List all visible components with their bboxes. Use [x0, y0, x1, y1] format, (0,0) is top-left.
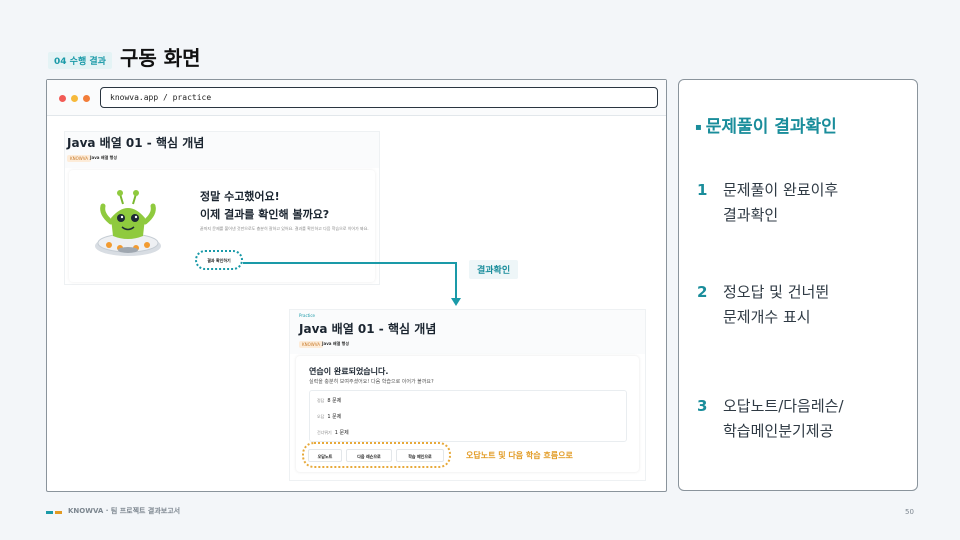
results-flow-label: 결과확인 — [469, 260, 519, 279]
page-number: 50 — [905, 508, 914, 516]
screen-header: Practice Java 배열 01 - 핵심 개념 KNOWVA Java … — [290, 310, 645, 354]
item-line: 오답노트/다음레슨/ — [723, 397, 844, 415]
completion-heading-line2: 이제 결과를 확인해 볼까요? — [200, 208, 330, 221]
bullet-icon: ▪ — [695, 121, 702, 133]
item-line: 결과확인 — [723, 206, 779, 224]
maximize-window-dot[interactable] — [83, 95, 90, 102]
item-line: 문제풀이 완료이후 — [723, 181, 839, 199]
stat-label: 오답 — [317, 414, 325, 419]
item-text: 문제풀이 완료이후 결과확인 — [723, 178, 838, 228]
next-action-group: 오답노트 다음 레슨으로 학습 메인으로 — [302, 442, 451, 468]
correct-count-row: 정답 8 문제 — [317, 397, 341, 404]
learning-main-button[interactable]: 학습 메인으로 — [396, 449, 444, 462]
summary-panel: ▪ 문제풀이 결과확인 1 문제풀이 완료이후 결과확인 2 정오답 및 건너뛴 … — [678, 79, 918, 491]
practice-tag: Practice — [299, 313, 315, 318]
results-card: 연습이 완료되었습니다. 실력을 충분히 보여주셨어요! 다음 학습으로 이어가… — [296, 356, 639, 472]
wrong-count-row: 오답 1 문제 — [317, 413, 341, 420]
footer-text: KNOWVA · 팀 프로젝트 결과보고서 — [68, 507, 181, 515]
item-text: 오답노트/다음레슨/ 학습메인분기제공 — [723, 394, 844, 444]
completion-heading-line1: 정말 수고했어요! — [200, 190, 280, 203]
planet-label: Java 배열 행성 — [90, 155, 117, 160]
item-number: 2 — [697, 283, 708, 301]
section-tag: 04 수행 결과 — [48, 52, 112, 69]
browser-toolbar: knowva.app / practice — [47, 80, 666, 116]
item-text: 정오답 및 건너뛴 문제개수 표시 — [723, 280, 829, 330]
completion-description: 끝까지 문제를 풀어낸 것만으로도 충분히 잘하고 있어요. 결과를 확인하고 … — [200, 226, 369, 231]
panel-title-text: 문제풀이 결과확인 — [705, 117, 837, 137]
next-flow-label: 오답노트 및 다음 학습 흐름으로 — [466, 451, 573, 460]
lesson-title: Java 배열 01 - 핵심 개념 — [67, 136, 205, 150]
screen-header: Java 배열 01 - 핵심 개념 KNOWVA Java 배열 행성 — [65, 132, 379, 168]
footer-accent-icon — [46, 511, 62, 514]
view-results-button[interactable]: 결과 확인하기 — [195, 250, 243, 270]
close-window-dot[interactable] — [59, 95, 66, 102]
item-number: 3 — [697, 397, 708, 415]
result-stats: 정답 8 문제 오답 1 문제 건너뛰기 1 문제 — [309, 390, 627, 442]
brand-badge: KNOWVA — [67, 155, 91, 162]
browser-window: knowva.app / practice Java 배열 01 - 핵심 개념… — [46, 79, 667, 492]
page-title: 구동 화면 — [120, 46, 201, 70]
stat-label: 건너뛰기 — [317, 430, 332, 435]
completion-card: 정말 수고했어요! 이제 결과를 확인해 볼까요? 끝까지 문제를 풀어낸 것만… — [69, 170, 375, 282]
stat-value: 8 문제 — [327, 398, 342, 404]
completion-title: 연습이 완료되었습니다. — [309, 367, 389, 376]
item-line: 문제개수 표시 — [723, 308, 811, 326]
stat-label: 정답 — [317, 398, 325, 403]
skipped-count-row: 건너뛰기 1 문제 — [317, 429, 349, 436]
stat-value: 1 문제 — [334, 430, 349, 436]
wrong-answer-note-button[interactable]: 오답노트 — [308, 449, 342, 462]
alien-ufo-mascot-icon — [95, 190, 161, 256]
planet-label: Java 배열 행성 — [322, 341, 349, 346]
next-lesson-button[interactable]: 다음 레슨으로 — [346, 449, 392, 462]
results-screen: Practice Java 배열 01 - 핵심 개념 KNOWVA Java … — [290, 310, 645, 480]
minimize-window-dot[interactable] — [71, 95, 78, 102]
item-number: 1 — [697, 181, 708, 199]
completion-screen: Java 배열 01 - 핵심 개념 KNOWVA Java 배열 행성 정말 … — [65, 132, 379, 284]
panel-title: ▪ 문제풀이 결과확인 — [695, 112, 837, 137]
address-bar[interactable]: knowva.app / practice — [100, 87, 658, 108]
item-line: 학습메인분기제공 — [723, 422, 834, 440]
stat-value: 1 문제 — [327, 414, 342, 420]
brand-badge: KNOWVA — [299, 341, 323, 348]
lesson-title: Java 배열 01 - 핵심 개념 — [299, 322, 437, 336]
item-line: 정오답 및 건너뛴 — [723, 283, 830, 301]
completion-subtitle: 실력을 충분히 보여주셨어요! 다음 학습으로 이어가 볼까요? — [309, 379, 434, 385]
